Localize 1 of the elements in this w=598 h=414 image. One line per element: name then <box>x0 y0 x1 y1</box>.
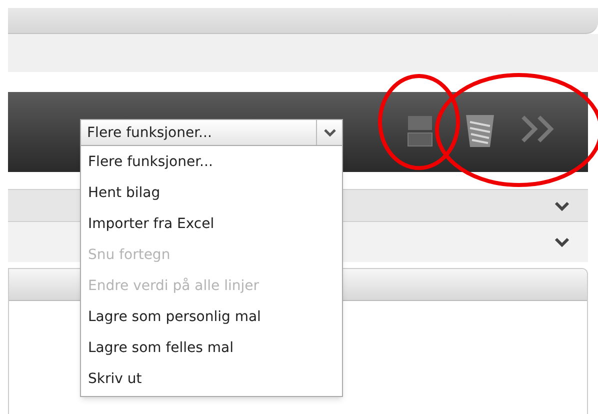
select-value: Flere funksjoner... <box>86 124 213 142</box>
